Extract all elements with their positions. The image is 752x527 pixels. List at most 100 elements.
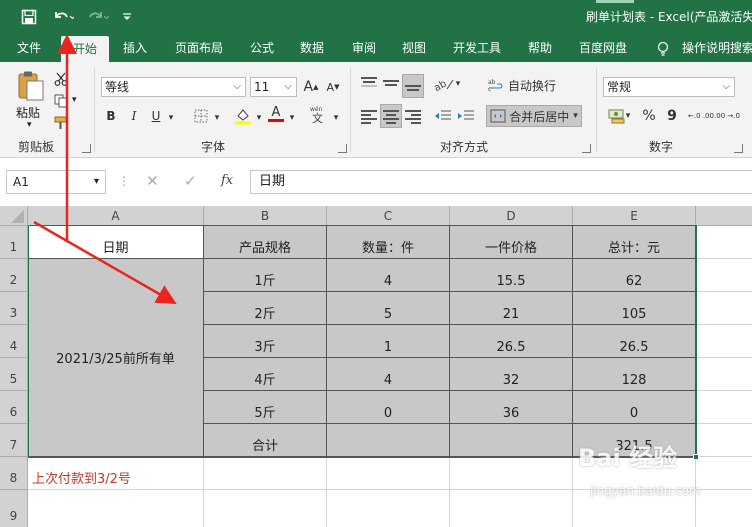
tab-help[interactable]: 帮助 (528, 34, 552, 62)
decrease-indent-button[interactable] (432, 106, 454, 126)
row-header-9[interactable]: 9 (0, 490, 28, 527)
name-box-dropdown-icon[interactable]: ▾ (94, 171, 99, 193)
cell-f4[interactable] (696, 325, 752, 358)
cell-c7[interactable] (327, 424, 450, 457)
row-header-1[interactable]: 1 (0, 226, 28, 259)
percent-style-button[interactable]: % (640, 106, 658, 126)
top-align-button[interactable] (358, 74, 380, 94)
cell-f8[interactable] (696, 457, 752, 490)
cell-d6[interactable]: 36 (450, 391, 573, 424)
column-header-c[interactable]: C (327, 206, 450, 226)
cell-e5[interactable]: 128 (573, 358, 696, 391)
row-header-4[interactable]: 4 (0, 325, 28, 358)
font-color-dropdown-icon[interactable]: ▾ (287, 108, 297, 128)
comma-style-button[interactable]: 9 (664, 106, 680, 126)
italic-button[interactable]: I (125, 106, 143, 126)
column-header-a[interactable]: A (28, 206, 204, 226)
row-header-8[interactable]: 8 (0, 457, 28, 490)
accounting-format-button[interactable]: ▾ (604, 106, 634, 126)
bold-button[interactable]: B (102, 106, 120, 126)
cell-f7[interactable] (696, 424, 752, 457)
name-box[interactable]: A1 ▾ (6, 170, 106, 194)
cell-b6[interactable]: 5斤 (204, 391, 327, 424)
cell-d2[interactable]: 15.5 (450, 259, 573, 292)
cell-e3[interactable]: 105 (573, 292, 696, 325)
formula-input[interactable]: 日期 (250, 170, 752, 194)
accounting-dropdown-icon[interactable]: ▾ (626, 111, 631, 121)
borders-button[interactable] (190, 106, 212, 126)
column-header-f[interactable] (696, 206, 752, 226)
font-name-dropdown-icon[interactable]: ⌵ (233, 78, 241, 96)
cell-b7[interactable]: 合计 (204, 424, 327, 457)
row-header-6[interactable]: 6 (0, 391, 28, 424)
cell-a8-note[interactable]: 上次付款到3/2号 (28, 457, 204, 490)
cell-e4[interactable]: 26.5 (573, 325, 696, 358)
tab-data[interactable]: 数据 (300, 34, 324, 62)
merge-dropdown-icon[interactable]: ▾ (573, 111, 578, 121)
column-header-b[interactable]: B (204, 206, 327, 226)
tell-me-search[interactable]: 操作说明搜索 (682, 34, 752, 62)
phonetic-guide-button[interactable]: wén 文 (308, 104, 330, 124)
cell-f1[interactable] (696, 226, 752, 259)
align-right-button[interactable] (402, 106, 424, 126)
orientation-dropdown-icon[interactable]: ▾ (456, 79, 461, 89)
align-left-button[interactable] (358, 106, 380, 126)
cell-f3[interactable] (696, 292, 752, 325)
merged-cell-a2-a7[interactable]: 2021/3/25前所有单 (28, 259, 204, 457)
column-header-d[interactable]: D (450, 206, 573, 226)
tab-view[interactable]: 视图 (402, 34, 426, 62)
cell-a9[interactable] (28, 490, 204, 527)
font-size-dropdown-icon[interactable]: ⌵ (284, 78, 292, 96)
merge-center-button[interactable]: 合并后居中 ▾ (486, 105, 582, 127)
cell-c4[interactable]: 1 (327, 325, 450, 358)
font-color-button[interactable]: A (266, 104, 286, 124)
cell-c1[interactable]: 数量：件 (327, 226, 450, 259)
customize-toolbar-icon[interactable] (118, 6, 136, 28)
font-launcher-icon[interactable] (338, 144, 347, 153)
cell-b1[interactable]: 产品规格 (204, 226, 327, 259)
column-header-e[interactable]: E (573, 206, 696, 226)
cell-b4[interactable]: 3斤 (204, 325, 327, 358)
copy-dropdown-icon[interactable]: ▾ (72, 95, 77, 105)
tab-review[interactable]: 审阅 (352, 34, 376, 62)
tab-insert[interactable]: 插入 (123, 34, 147, 62)
orientation-button[interactable]: ab ▾ (432, 74, 462, 94)
tab-page-layout[interactable]: 页面布局 (175, 34, 223, 62)
copy-icon[interactable] (54, 94, 68, 111)
tab-developer[interactable]: 开发工具 (453, 34, 501, 62)
cell-c8[interactable] (327, 457, 450, 490)
cell-d4[interactable]: 26.5 (450, 325, 573, 358)
tab-home[interactable]: 开始 (61, 36, 109, 62)
select-all-button[interactable] (0, 206, 28, 226)
cell-f6[interactable] (696, 391, 752, 424)
save-icon[interactable] (18, 6, 40, 28)
clipboard-paste-icon[interactable] (14, 70, 48, 102)
paste-dropdown-icon[interactable]: ▾ (27, 120, 32, 130)
row-header-2[interactable]: 2 (0, 259, 28, 292)
font-size-combo[interactable]: 11 ⌵ (250, 77, 297, 97)
cell-c9[interactable] (327, 490, 450, 527)
cell-b3[interactable]: 2斤 (204, 292, 327, 325)
number-format-combo[interactable]: 常规 ⌵ (603, 77, 735, 97)
cell-f9[interactable] (696, 490, 752, 527)
cell-d3[interactable]: 21 (450, 292, 573, 325)
font-name-combo[interactable]: 等线 ⌵ (101, 77, 246, 97)
insert-function-button[interactable]: fx (221, 173, 233, 188)
cell-f2[interactable] (696, 259, 752, 292)
cell-e6[interactable]: 0 (573, 391, 696, 424)
cell-e2[interactable]: 62 (573, 259, 696, 292)
cell-c6[interactable]: 0 (327, 391, 450, 424)
tab-baidu-netdisk[interactable]: 百度网盘 (579, 34, 627, 62)
cell-d7[interactable] (450, 424, 573, 457)
shrink-font-button[interactable]: A ▼ (324, 77, 342, 97)
cell-f5[interactable] (696, 358, 752, 391)
fill-color-dropdown-icon[interactable]: ▾ (254, 108, 264, 128)
cell-c3[interactable]: 5 (327, 292, 450, 325)
cell-c5[interactable]: 4 (327, 358, 450, 391)
number-launcher-icon[interactable] (734, 144, 743, 153)
fill-color-button[interactable] (232, 106, 254, 126)
row-header-3[interactable]: 3 (0, 292, 28, 325)
underline-button[interactable]: U (147, 106, 165, 126)
cell-d5[interactable]: 32 (450, 358, 573, 391)
row-header-5[interactable]: 5 (0, 358, 28, 391)
